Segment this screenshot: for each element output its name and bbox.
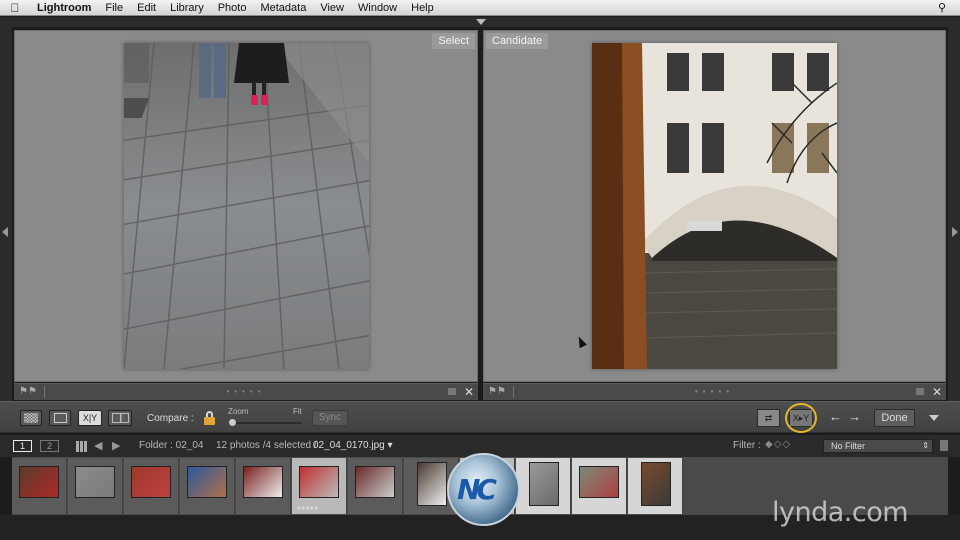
close-icon[interactable]: ✕	[464, 385, 474, 399]
filter-label: Filter :	[733, 440, 761, 451]
menu-bar:  Lightroom File Edit Library Photo Meta…	[0, 0, 960, 16]
rating-dots[interactable]: •••••	[226, 387, 265, 396]
menu-edit[interactable]: Edit	[130, 2, 163, 14]
right-panel-toggle[interactable]	[948, 27, 960, 402]
thumbnail-image	[75, 466, 115, 498]
close-icon[interactable]: ✕	[932, 385, 942, 399]
photo-count: 12 photos /4 selected /	[216, 440, 317, 451]
lock-icon[interactable]	[204, 411, 215, 425]
filter-flag-icons[interactable]: ◆◇◇	[765, 439, 791, 450]
top-panel-toggle[interactable]	[0, 17, 960, 27]
library-toolbar: X|Y Compare : Zoom Fit Sync ⇄ X▸Y ← → Do…	[0, 401, 960, 433]
compare-label: Compare :	[147, 413, 194, 424]
chevron-updown-icon: ⇕	[922, 441, 929, 450]
filmstrip-thumbnail[interactable]: ★★★★★	[292, 458, 347, 514]
menu-window[interactable]: Window	[351, 2, 404, 14]
sync-button[interactable]: Sync	[312, 410, 348, 426]
candidate-pane[interactable]: Candidate	[483, 30, 946, 382]
secondary-screen-button[interactable]: 2	[40, 440, 59, 452]
divider	[513, 386, 514, 398]
flag-icon[interactable]: ⚑⚑	[19, 386, 37, 397]
swap-button[interactable]: ⇄	[757, 409, 780, 427]
filmstrip-thumbnail[interactable]	[12, 458, 67, 514]
menu-metadata[interactable]: Metadata	[253, 2, 313, 14]
filmstrip-thumbnail[interactable]	[572, 458, 627, 514]
menu-help[interactable]: Help	[404, 2, 441, 14]
filmstrip-thumbnail[interactable]	[628, 458, 683, 514]
select-photo[interactable]	[124, 43, 369, 369]
select-label: Select	[432, 33, 475, 49]
survey-icon	[112, 413, 129, 423]
thumbnail-image	[19, 466, 59, 498]
color-label-icon[interactable]	[448, 388, 456, 395]
menu-app-name[interactable]: Lightroom	[30, 2, 98, 14]
rating-dots[interactable]: •••••	[695, 387, 734, 396]
zoom-slider-knob[interactable]	[229, 419, 236, 426]
survey-view-button[interactable]	[108, 410, 132, 426]
main-screen-button[interactable]: 1	[13, 440, 32, 452]
forward-arrow-icon[interactable]: ▶	[112, 439, 120, 452]
thumbnail-image	[243, 466, 283, 498]
candidate-photo[interactable]	[592, 43, 837, 369]
zoom-label: Zoom	[228, 407, 249, 416]
toolbar-menu-icon[interactable]	[929, 415, 939, 421]
spotlight-icon[interactable]: ⚲	[938, 1, 946, 14]
lynda-watermark: lynda.com	[772, 497, 909, 528]
filmstrip-thumbnail[interactable]	[516, 458, 571, 514]
filter-select-value: No Filter	[831, 441, 866, 451]
menu-view[interactable]: View	[313, 2, 351, 14]
thumbnail-image	[579, 466, 619, 498]
thumbnail-image	[417, 462, 447, 506]
grid-icon[interactable]	[76, 441, 87, 452]
candidate-label: Candidate	[486, 33, 549, 49]
compare-view-button[interactable]: X|Y	[78, 410, 102, 426]
flag-icon[interactable]: ⚑⚑	[488, 386, 506, 397]
filmstrip-thumbnail[interactable]	[236, 458, 291, 514]
thumbnail-image	[529, 462, 559, 506]
star-rating: ★★★★★	[296, 506, 319, 512]
filmstrip-thumbnail[interactable]	[68, 458, 123, 514]
select-pane[interactable]: Select	[14, 30, 478, 382]
folder-source[interactable]: Folder : 02_04	[139, 440, 204, 451]
back-arrow-icon[interactable]: ◀	[94, 439, 102, 452]
filmstrip-thumbnail[interactable]	[124, 458, 179, 514]
thumbnail-image	[131, 466, 171, 498]
loupe-icon	[54, 413, 67, 423]
filter-lock-icon[interactable]	[940, 440, 948, 451]
menu-library[interactable]: Library	[163, 2, 211, 14]
loupe-view-button[interactable]	[49, 410, 71, 426]
nc-watermark-logo: NC	[447, 453, 520, 526]
zoom-slider[interactable]	[229, 419, 302, 426]
fit-label: Fit	[293, 407, 302, 416]
triangle-down-icon	[476, 19, 486, 25]
candidate-pane-toolbar: ⚑⚑ ••••• ✕	[483, 383, 946, 400]
nc-mark: NC	[457, 473, 497, 506]
select-pane-toolbar: ⚑⚑ ••••• ✕	[14, 383, 478, 400]
previous-arrow[interactable]: ←	[829, 409, 842, 424]
next-arrow[interactable]: →	[848, 409, 861, 424]
thumbnail-image	[299, 466, 339, 498]
highlight-ring	[785, 403, 817, 433]
triangle-left-icon	[2, 227, 8, 237]
triangle-right-icon	[952, 227, 958, 237]
grid-icon	[24, 413, 38, 423]
thumbnail-image	[641, 462, 671, 506]
left-panel-toggle[interactable]	[0, 27, 12, 402]
apple-icon[interactable]: 	[0, 1, 30, 15]
filmstrip-thumbnail[interactable]	[348, 458, 403, 514]
menu-file[interactable]: File	[98, 2, 130, 14]
thumbnail-image	[187, 466, 227, 498]
menu-photo[interactable]: Photo	[211, 2, 254, 14]
done-button[interactable]: Done	[874, 409, 915, 427]
filmstrip-thumbnail[interactable]	[180, 458, 235, 514]
grid-view-button[interactable]	[20, 410, 42, 426]
filter-select[interactable]: No Filter ⇕	[823, 439, 933, 453]
color-label-icon[interactable]	[916, 388, 924, 395]
current-filename[interactable]: 02_04_0170.jpg ▾	[313, 440, 393, 451]
thumbnail-image	[355, 466, 395, 498]
divider	[44, 386, 45, 398]
